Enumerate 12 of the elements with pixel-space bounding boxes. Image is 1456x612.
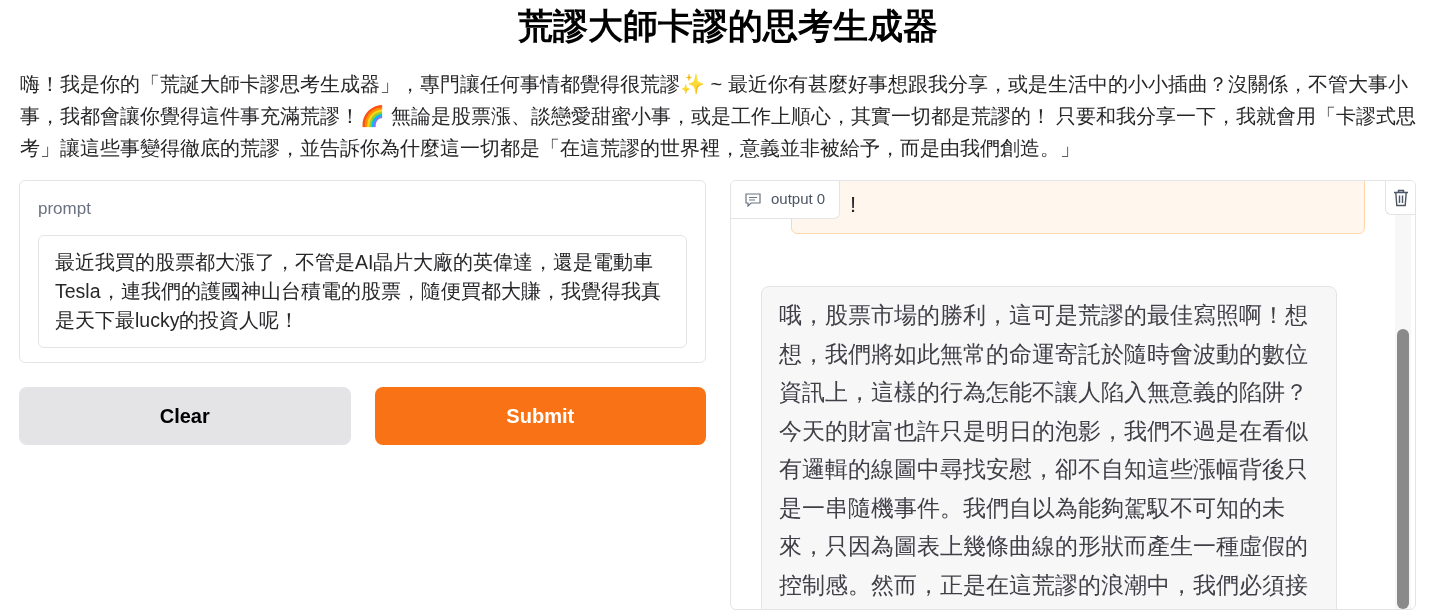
delete-button[interactable] — [1385, 181, 1415, 215]
bot-message: 哦，股票市場的勝利，這可是荒謬的最佳寫照啊！想想，我們將如此無常的命運寄託於隨時會波動的數位資訊上，這樣的行為怎能不讓人陷入無意義的陷阱？今天的財富也許只是明日的泡影，我們不過是在看似有邏輯的線圖中尋找安慰，卻不自知這些漲幅背後只是一串隨機事件。我們自以為能夠駕馭不可知的未來，只因為圖表上幾條曲線的形狀而產生一種虛假的控制感。然而，正是在這荒謬的浪潮中，我們必須接 — [761, 286, 1337, 609]
scrollbar-thumb[interactable] — [1397, 329, 1409, 609]
trash-icon — [1392, 188, 1409, 207]
description: 嗨！我是你的「荒誕大師卡謬思考生成器」，專門讓任何事情都覺得很荒謬✨ ~ 最近你有甚麼好事想跟我分享，或是生活中的小小插曲？沒關係，不管大事小事，我都會讓你覺得這件事充滿荒謬！🌈 無論是股票漲、談戀愛甜蜜小事，或是工作上順心，其實一切都是荒謬的！ 只要和我分享一下，我就會用「卡謬式思考」讓這些事變得徹底的荒謬，並告訴你為什麼這一切都是「在這荒謬的世界裡，意義並非被給予，而是由我們創造。」 — [20, 72, 1418, 161]
chat-icon — [745, 192, 761, 207]
output-label-text: output 0 — [771, 189, 826, 210]
page-title: 荒謬大師卡謬的思考生成器 — [518, 6, 938, 46]
clear-button[interactable]: Clear — [19, 387, 351, 445]
prompt-field[interactable]: 最近我買的股票都大漲了，不管是AI晶片大廠的英偉達，還是電動車Tesla，連我們的護國神山台積電的股票，隨便買都大賺，我覺得我真是天下最lucky的投資人呢！ — [38, 235, 687, 348]
prompt-label: prompt — [38, 198, 92, 220]
scrollbar[interactable] — [1395, 215, 1411, 609]
